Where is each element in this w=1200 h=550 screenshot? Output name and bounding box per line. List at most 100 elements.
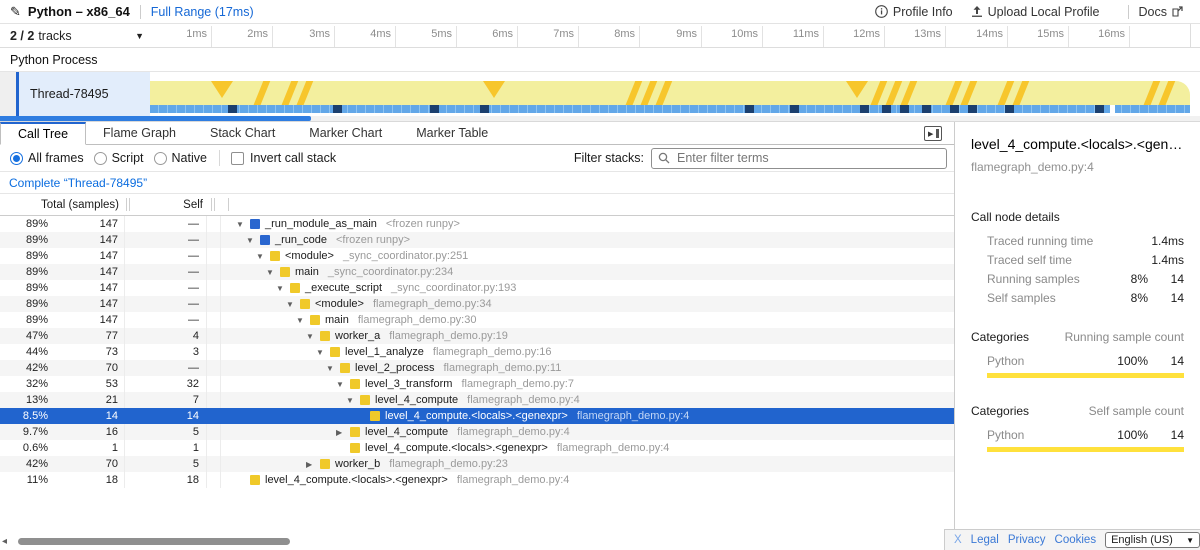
language-select[interactable]: English (US) ▼ — [1105, 532, 1200, 548]
category-square-icon — [350, 443, 360, 453]
table-row[interactable]: 13%217▼level_4_computeflamegraph_demo.py… — [0, 392, 954, 408]
ruler-tick-label: 2ms — [212, 28, 268, 40]
total-samples: 147 — [48, 250, 124, 262]
expand-arrow-icon[interactable]: ▼ — [306, 332, 320, 341]
expand-arrow-icon[interactable]: ▶ — [306, 460, 320, 469]
radio-native[interactable] — [154, 152, 167, 165]
table-row[interactable]: 9.7%165▶level_4_computeflamegraph_demo.p… — [0, 424, 954, 440]
expand-arrow-icon[interactable]: ▼ — [246, 236, 260, 245]
scroll-left-arrow-icon[interactable]: ◂ — [2, 536, 7, 547]
timeline-ruler[interactable]: 1ms2ms3ms4ms5ms6ms7ms8ms9ms10ms11ms12ms1… — [150, 24, 1190, 47]
footer-link-cookies[interactable]: Cookies — [1055, 534, 1097, 546]
function-file: _sync_coordinator.py:234 — [328, 266, 453, 278]
tab-bar: Call TreeFlame GraphStack ChartMarker Ch… — [0, 122, 954, 145]
docs-link[interactable]: Docs — [1139, 5, 1188, 19]
table-row[interactable]: 42%70—▼level_2_processflamegraph_demo.py… — [0, 360, 954, 376]
chevron-down-icon: ▼ — [1186, 536, 1194, 545]
thread-activity-graph[interactable] — [150, 72, 1190, 116]
self-samples: 32 — [125, 376, 207, 392]
function-file: flamegraph_demo.py:4 — [467, 394, 580, 406]
detail-value: 1.4ms — [1148, 254, 1184, 266]
expand-arrow-icon[interactable]: ▶ — [336, 428, 350, 437]
expand-arrow-icon[interactable]: ▼ — [266, 268, 280, 277]
detail-percent — [1104, 254, 1148, 266]
table-header: Total (samples) Self — [0, 194, 954, 216]
table-row[interactable]: 89%147—▼_run_code<frozen runpy> — [0, 232, 954, 248]
expand-arrow-icon[interactable]: ▼ — [316, 348, 330, 357]
table-row[interactable]: 89%147—▼<module>flamegraph_demo.py:34 — [0, 296, 954, 312]
selected-node-title: level_4_compute.<locals>.<genexpr> — [971, 136, 1184, 152]
table-row[interactable]: 89%147—▼<module>_sync_coordinator.py:251 — [0, 248, 954, 264]
sample-segment — [228, 105, 237, 113]
table-row[interactable]: 11%1818level_4_compute.<locals>.<genexpr… — [0, 472, 954, 488]
upload-profile-button[interactable]: Upload Local Profile — [971, 5, 1100, 19]
total-percent: 89% — [0, 314, 48, 326]
thread-track[interactable]: Thread-78495 — [0, 72, 1200, 116]
process-track[interactable]: Python Process — [0, 48, 1200, 72]
table-row[interactable]: 44%733▼level_1_analyzeflamegraph_demo.py… — [0, 344, 954, 360]
scrollbar-thumb[interactable] — [18, 538, 290, 545]
tab-stack-chart[interactable]: Stack Chart — [193, 121, 292, 144]
table-row[interactable]: 89%147—▼_execute_script_sync_coordinator… — [0, 280, 954, 296]
tab-flame-graph[interactable]: Flame Graph — [86, 121, 193, 144]
function-file: _sync_coordinator.py:251 — [343, 250, 468, 262]
expand-arrow-icon[interactable]: ▼ — [346, 396, 360, 405]
full-range-link[interactable]: Full Range (17ms) — [151, 5, 254, 19]
expand-arrow-icon[interactable]: ▼ — [276, 284, 290, 293]
column-header-self[interactable]: Self — [131, 199, 203, 211]
expand-arrow-icon[interactable]: ▼ — [336, 380, 350, 389]
tracks-dropdown[interactable]: 2 / 2 tracks ▼ — [0, 24, 150, 47]
column-header-total[interactable]: Total (samples) — [0, 199, 119, 211]
tab-marker-chart[interactable]: Marker Chart — [292, 121, 399, 144]
sample-segment — [1005, 105, 1014, 113]
radio-label[interactable]: All frames — [28, 151, 84, 165]
footer-link-privacy[interactable]: Privacy — [1008, 534, 1046, 546]
total-percent: 89% — [0, 298, 48, 310]
footer-link-x[interactable]: X — [954, 534, 962, 546]
table-row[interactable]: 89%147—▼mainflamegraph_demo.py:30 — [0, 312, 954, 328]
expand-arrow-icon[interactable]: ▼ — [256, 252, 270, 261]
thread-track-label[interactable]: Thread-78495 — [19, 72, 150, 116]
table-row[interactable]: 89%147—▼main_sync_coordinator.py:234 — [0, 264, 954, 280]
self-samples: 1 — [125, 440, 207, 456]
invert-call-stack-checkbox[interactable] — [231, 152, 244, 165]
invert-call-stack-label[interactable]: Invert call stack — [250, 151, 336, 165]
tab-call-tree[interactable]: Call Tree — [0, 122, 86, 145]
detail-label: Self samples — [971, 292, 1104, 304]
edit-profile-name-icon[interactable]: ✎ — [10, 4, 21, 20]
total-percent: 89% — [0, 250, 48, 262]
table-row[interactable]: 47%774▼worker_aflamegraph_demo.py:19 — [0, 328, 954, 344]
breadcrumb[interactable]: Complete “Thread-78495” — [9, 176, 147, 190]
footer-link-legal[interactable]: Legal — [971, 534, 999, 546]
table-row[interactable]: 32%5332▼level_3_transformflamegraph_demo… — [0, 376, 954, 392]
sample-segment — [922, 105, 931, 113]
table-row[interactable]: 0.6%11level_4_compute.<locals>.<genexpr>… — [0, 440, 954, 456]
category-square-icon — [360, 395, 370, 405]
table-row[interactable]: 89%147—▼_run_module_as_main<frozen runpy… — [0, 216, 954, 232]
total-samples: 70 — [48, 458, 124, 470]
category-square-icon — [350, 379, 360, 389]
ruler-tick — [1129, 26, 1130, 47]
radio-label[interactable]: Native — [172, 151, 207, 165]
function-file: flamegraph_demo.py:4 — [457, 426, 570, 438]
function-file: flamegraph_demo.py:34 — [373, 298, 492, 310]
radio-all-frames[interactable] — [10, 152, 23, 165]
filter-stacks-input[interactable] — [651, 148, 947, 169]
expand-arrow-icon[interactable]: ▼ — [286, 300, 300, 309]
expand-arrow-icon[interactable]: ▼ — [236, 220, 250, 229]
expand-arrow-icon[interactable]: ▼ — [326, 364, 340, 373]
function-file: flamegraph_demo.py:4 — [577, 410, 690, 422]
radio-script[interactable] — [94, 152, 107, 165]
collapse-sidebar-button[interactable]: ▶ — [924, 126, 942, 141]
table-row[interactable]: 8.5%1414level_4_compute.<locals>.<genexp… — [0, 408, 954, 424]
expand-arrow-icon[interactable]: ▼ — [296, 316, 310, 325]
jank-marker-icon — [655, 81, 673, 105]
tab-marker-table[interactable]: Marker Table — [399, 121, 505, 144]
radio-label[interactable]: Script — [112, 151, 144, 165]
table-row[interactable]: 42%705▶worker_bflamegraph_demo.py:23 — [0, 456, 954, 472]
detail-row: Self samples8%14 — [971, 292, 1184, 304]
sample-segment — [1095, 105, 1104, 113]
detail-label: Traced running time — [971, 235, 1104, 247]
profile-info-button[interactable]: Profile Info — [875, 5, 953, 19]
self-samples: 5 — [125, 456, 207, 472]
